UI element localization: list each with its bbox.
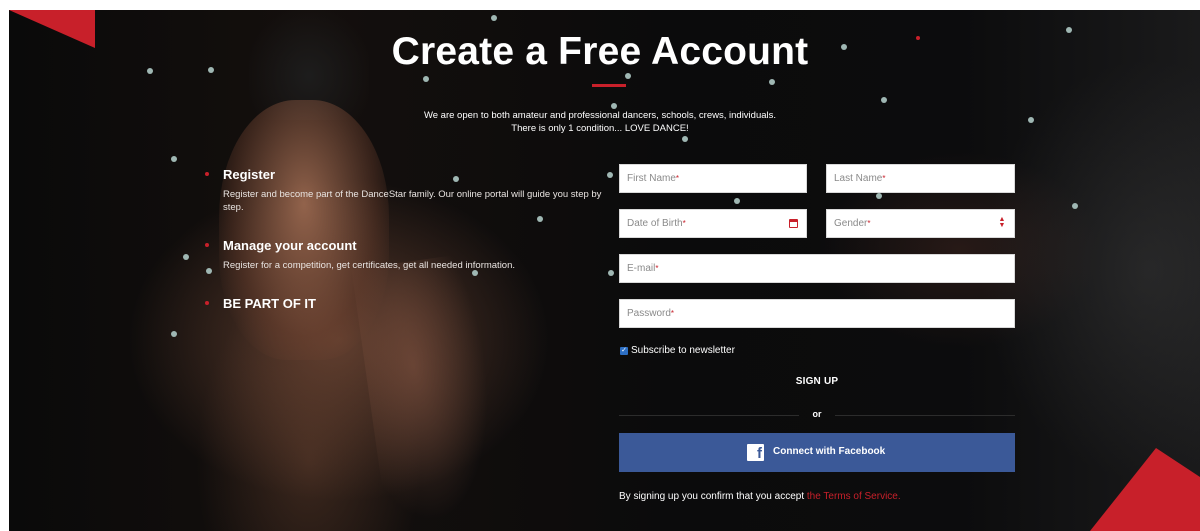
signup-button[interactable]: SIGN UP xyxy=(619,376,1015,387)
terms-text: By signing up you confirm that you accep… xyxy=(619,491,807,502)
required-marker: * xyxy=(675,174,680,183)
required-marker: * xyxy=(882,174,886,183)
page-subtitle: We are open to both amateur and professi… xyxy=(0,109,1200,135)
bullet-icon xyxy=(205,172,209,176)
decor-dot xyxy=(1072,203,1078,209)
feature-title: Register xyxy=(223,167,276,182)
decor-dot xyxy=(171,156,177,162)
decor-dot xyxy=(171,331,177,337)
subtitle-line-2: There is only 1 condition... LOVE DANCE! xyxy=(511,123,689,134)
required-marker: * xyxy=(655,264,659,273)
decor-dot xyxy=(608,270,614,276)
or-separator: or xyxy=(812,409,822,419)
decor-dot xyxy=(206,268,212,274)
required-marker: * xyxy=(682,219,686,228)
subscribe-checkbox[interactable]: ✓ xyxy=(620,347,628,355)
facebook-icon: f xyxy=(747,444,764,462)
required-marker: * xyxy=(670,309,675,318)
calendar-icon[interactable] xyxy=(789,219,798,228)
first-name-field[interactable]: First Name* xyxy=(619,164,807,193)
terms-of-service-link[interactable]: the Terms of Service. xyxy=(807,491,901,502)
feature-title: BE PART OF IT xyxy=(223,296,316,311)
password-field[interactable]: Password* xyxy=(619,299,1015,328)
subscribe-label[interactable]: Subscribe to newsletter xyxy=(631,345,735,356)
decor-dot xyxy=(453,176,459,182)
gender-select[interactable]: Gender* ▲ ▼ xyxy=(826,209,1015,238)
hero-background xyxy=(9,10,1200,531)
decor-dot xyxy=(881,97,887,103)
decor-dot xyxy=(734,198,740,204)
last-name-field[interactable]: Last Name* xyxy=(826,164,1015,193)
last-name-placeholder: Last Name xyxy=(834,173,883,184)
decor-dot xyxy=(682,136,688,142)
decor-dot xyxy=(183,254,189,260)
decor-dot xyxy=(537,216,543,222)
decor-dot xyxy=(769,79,775,85)
gender-placeholder: Gender xyxy=(834,218,868,229)
bullet-icon xyxy=(205,301,209,305)
email-placeholder: E-mail xyxy=(627,263,656,274)
feature-description: Register for a competition, get certific… xyxy=(223,260,516,271)
decor-dot xyxy=(491,15,497,21)
decor-dot xyxy=(607,172,613,178)
feature-title: Manage your account xyxy=(223,238,357,253)
title-underline xyxy=(592,84,626,87)
terms-notice: By signing up you confirm that you accep… xyxy=(619,491,901,502)
password-placeholder: Password xyxy=(627,308,671,319)
subtitle-line-1: We are open to both amateur and professi… xyxy=(423,110,777,121)
required-marker: * xyxy=(867,219,871,228)
decor-dot xyxy=(423,76,429,82)
email-field[interactable]: E-mail* xyxy=(619,254,1015,283)
dob-placeholder: Date of Birth xyxy=(627,218,683,229)
decor-dot xyxy=(876,193,882,199)
facebook-button-label: Connect with Facebook xyxy=(773,446,886,457)
divider-right xyxy=(835,415,1015,416)
page-title: Create a Free Account xyxy=(391,30,809,73)
select-arrows-icon: ▲ ▼ xyxy=(998,216,1006,229)
first-name-placeholder: First Name xyxy=(627,173,676,184)
feature-description: Register and become part of the DanceSta… xyxy=(223,189,602,213)
date-of-birth-field[interactable]: Date of Birth* xyxy=(619,209,807,238)
bullet-icon xyxy=(205,243,209,247)
connect-facebook-button[interactable]: f Connect with Facebook xyxy=(619,433,1015,472)
dancer-arm-image xyxy=(351,252,507,528)
